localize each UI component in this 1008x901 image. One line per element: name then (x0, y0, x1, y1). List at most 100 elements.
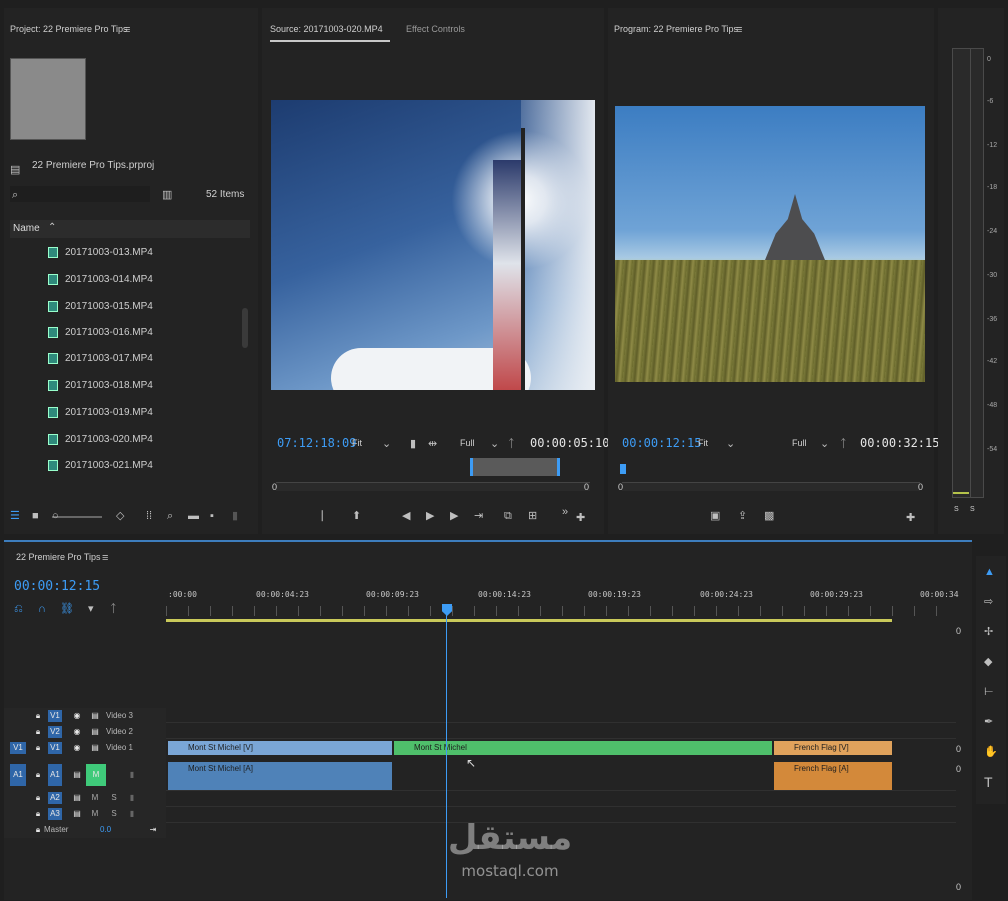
wrench-icon[interactable]: ᛏ (840, 438, 847, 450)
lock-icon[interactable]: 🔒︎ (34, 792, 42, 804)
bin-icon[interactable]: ▥ (162, 189, 172, 201)
effect-controls-tab[interactable]: Effect Controls (406, 24, 465, 34)
timeline-timecode[interactable]: 00:00:12:15 (14, 579, 100, 594)
lock-icon[interactable]: 🔒︎ (34, 764, 42, 779)
mark-in-icon[interactable]: ⎸ (322, 510, 333, 522)
go-to-end-icon[interactable]: ⇥ (148, 824, 158, 836)
timeline-tab[interactable]: 22 Premiere Pro Tips (16, 552, 101, 562)
track-select-tool-icon[interactable]: ⇨ (984, 596, 993, 608)
lock-icon[interactable]: 🔒︎ (34, 742, 42, 754)
mark-out-icon[interactable]: ⬆ (352, 510, 361, 522)
razor-tool-icon[interactable]: ◆ (984, 656, 992, 668)
wrench-icon[interactable]: ᛏ (508, 438, 515, 450)
work-area-bar[interactable] (166, 619, 892, 622)
ripple-edit-tool-icon[interactable]: ✢ (984, 626, 993, 638)
project-search-input[interactable] (10, 186, 150, 202)
panel-menu-icon[interactable]: ≡ (736, 24, 742, 36)
sync-lock-icon[interactable]: ▤ (90, 726, 100, 738)
type-tool-icon[interactable]: T (984, 775, 993, 789)
lift-icon[interactable]: ▣ (710, 510, 720, 522)
audio-clip[interactable]: French Flag [A] (774, 762, 892, 790)
play-icon[interactable]: ▶ (426, 510, 434, 522)
panel-menu-icon[interactable]: ≡ (124, 24, 130, 36)
mute-button-a3[interactable]: M (90, 808, 100, 820)
video-clip[interactable]: Mont St Michel (394, 741, 772, 755)
mic-icon[interactable]: ▮ (128, 764, 136, 779)
track-label-a3[interactable]: A3 (48, 808, 62, 820)
add-button-icon[interactable]: ✚ (906, 512, 915, 524)
sync-lock-icon[interactable]: ▤ (90, 710, 100, 722)
program-tab[interactable]: Program: 22 Premiere Pro Tips (614, 24, 738, 34)
video-clip[interactable]: Mont St Michel [V] (168, 741, 392, 755)
step-back-icon[interactable]: ◀ (402, 510, 410, 522)
nest-icon[interactable]: ⎌ (14, 603, 23, 615)
linked-selection-icon[interactable]: ⛓ (60, 603, 74, 615)
source-fit-select[interactable]: Fit (352, 438, 362, 448)
program-fit-select[interactable]: Fit (698, 438, 708, 448)
go-to-out-icon[interactable]: ⇥ (474, 510, 483, 522)
source-patch-v1[interactable]: V1 (10, 742, 26, 754)
hand-tool-icon[interactable]: ✋ (984, 746, 998, 758)
add-marker-icon[interactable]: ▾ (88, 603, 94, 615)
track-label-v3[interactable]: V1 (48, 710, 62, 722)
list-item[interactable]: 20171003-021.MP4 (48, 455, 153, 475)
sort-icon[interactable]: ◇ (116, 510, 124, 522)
list-item[interactable]: 20171003-019.MP4 (48, 402, 153, 422)
chevron-down-icon[interactable]: ⌄ (382, 438, 391, 450)
sync-lock-icon[interactable]: ▤ (72, 792, 82, 804)
slip-tool-icon[interactable]: ⊢ (984, 686, 994, 698)
lock-icon[interactable]: 🔒︎ (34, 808, 42, 820)
track-label-v2[interactable]: V2 (48, 726, 62, 738)
lock-icon[interactable]: 🔒︎ (34, 824, 42, 836)
name-column-header[interactable]: Name ⌃ (10, 220, 250, 238)
master-volume[interactable]: 0.0 (100, 825, 111, 834)
eye-icon[interactable]: ◉ (72, 726, 82, 738)
timeline-scroll-end-marker[interactable]: 0 (956, 626, 961, 636)
camera-icon[interactable]: ▩ (764, 510, 774, 522)
lock-icon[interactable]: 🔒︎ (34, 710, 42, 722)
mic-icon[interactable]: ▮ (128, 792, 136, 804)
list-item[interactable]: 20171003-017.MP4 (48, 348, 153, 368)
chevron-down-icon[interactable]: ⌄ (726, 438, 735, 450)
audio-clip[interactable]: Mont St Michel [A] (168, 762, 392, 790)
solo-button-a2[interactable]: S (110, 792, 118, 804)
list-item[interactable]: 20171003-016.MP4 (48, 322, 153, 342)
meter-solo-left[interactable]: S (954, 506, 959, 513)
trash-icon[interactable]: ▮ (232, 510, 238, 522)
track-label-v1[interactable]: V1 (48, 742, 62, 754)
time-ruler[interactable] (166, 606, 956, 616)
find-icon[interactable]: ⌕ (167, 510, 173, 522)
settings-icon[interactable]: ▮ (410, 438, 416, 450)
list-item[interactable]: 20171003-015.MP4 (48, 296, 153, 316)
lock-icon[interactable]: 🔒︎ (34, 726, 42, 738)
sync-lock-icon[interactable]: ▤ (90, 742, 100, 754)
icon-view-icon[interactable]: ■ (32, 510, 39, 522)
meter-solo-right[interactable]: S (970, 506, 975, 513)
source-tab[interactable]: Source: 20171003-020.MP4 (270, 24, 383, 34)
insert-icon[interactable]: ⧉ (504, 510, 512, 522)
solo-button-a3[interactable]: S (110, 808, 118, 820)
overwrite-icon[interactable]: ⊞ (528, 510, 537, 522)
mic-icon[interactable]: ▮ (128, 808, 136, 820)
track-label-a1[interactable]: A1 (48, 764, 62, 786)
video-clip[interactable]: French Flag [V] (774, 741, 892, 755)
zoom-slider-handle-icon[interactable]: ○ (52, 510, 59, 522)
wrench-icon[interactable]: ᛏ (110, 603, 117, 615)
drag-video-icon[interactable]: ⇹ (428, 438, 437, 450)
project-panel-title[interactable]: Project: 22 Premiere Pro Tips (10, 24, 128, 34)
pen-tool-icon[interactable]: ✒ (984, 716, 993, 728)
more-controls-icon[interactable]: » (562, 506, 568, 518)
eye-icon[interactable]: ◉ (72, 742, 82, 754)
chevron-down-icon[interactable]: ⌄ (490, 438, 499, 450)
list-item[interactable]: 20171003-013.MP4 (48, 242, 153, 262)
source-playhead-timecode[interactable]: 07:12:18:09 (277, 436, 356, 450)
mute-button-a1[interactable]: M (86, 764, 106, 786)
chevron-down-icon[interactable]: ⌄ (820, 438, 829, 450)
new-bin-icon[interactable]: ▬ (188, 510, 199, 522)
selection-tool-icon[interactable]: ▲ (984, 566, 995, 578)
eye-icon[interactable]: ◉ (72, 710, 82, 722)
source-time-ruler[interactable] (276, 482, 590, 491)
zoom-slider[interactable] (52, 516, 102, 518)
program-playhead-marker[interactable] (620, 464, 626, 474)
source-patch-a1[interactable]: A1 (10, 764, 26, 786)
